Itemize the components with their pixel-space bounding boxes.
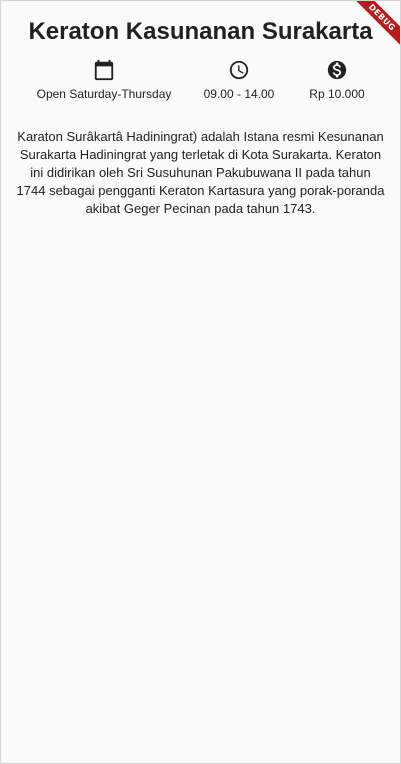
ticket-price-label: Rp 10.000 bbox=[309, 87, 365, 101]
dollar-icon bbox=[327, 60, 347, 80]
page-title: Keraton Kasunanan Surakarta bbox=[28, 18, 373, 45]
calendar-icon bbox=[94, 59, 114, 81]
clock-icon bbox=[229, 60, 249, 80]
detail-screen: Keraton Kasunanan Surakarta Open Saturda… bbox=[1, 1, 400, 763]
ticket-price: Rp 10.000 bbox=[257, 59, 400, 102]
description-text: Karaton Surâkartâ Hadiningrat) adalah Is… bbox=[16, 129, 385, 216]
info-row: Open Saturday-Thursday 09.00 - 14.00 Rp … bbox=[1, 59, 400, 109]
